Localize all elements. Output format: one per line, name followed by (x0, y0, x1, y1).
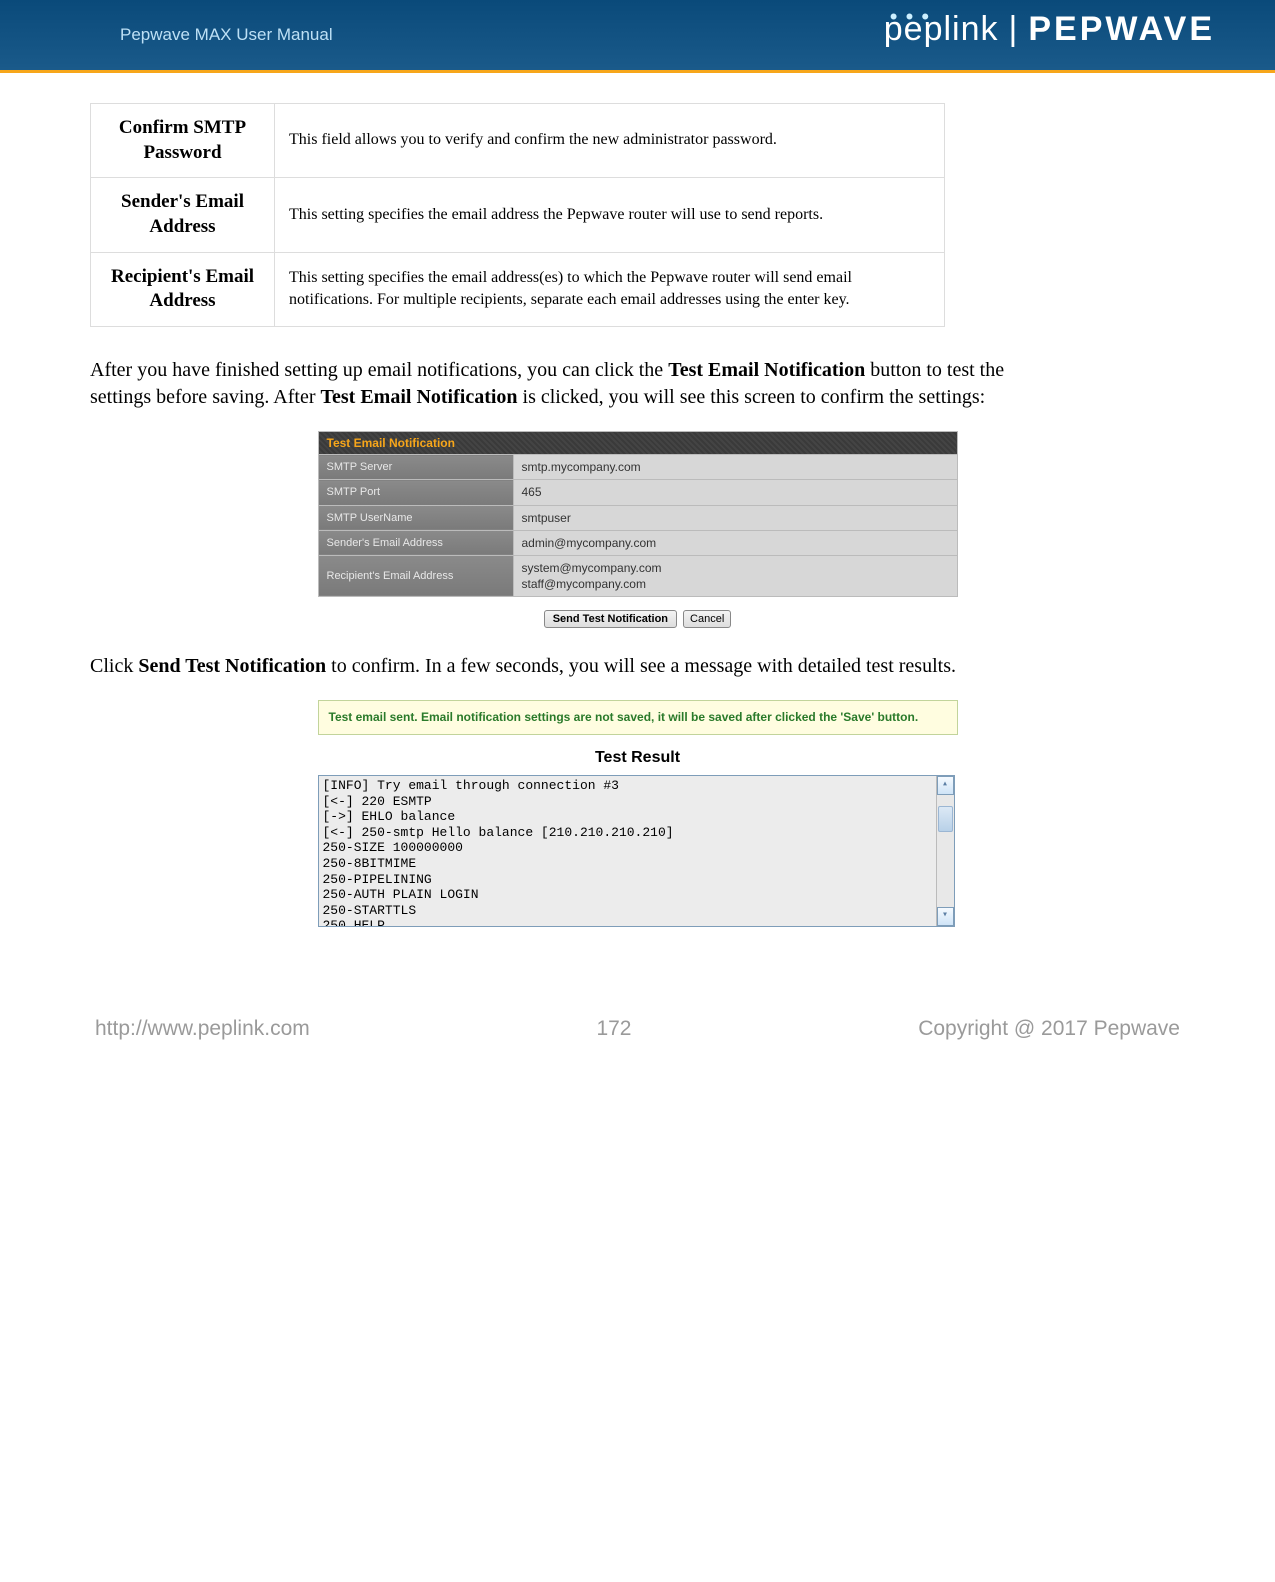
scroll-down-icon[interactable]: ▾ (937, 907, 954, 926)
panel-value: smtp.mycompany.com (513, 455, 957, 480)
scrollbar[interactable]: ▴ ▾ (936, 776, 954, 926)
panel-value: system@mycompany.com staff@mycompany.com (513, 555, 957, 596)
panel-row: Recipient's Email Addresssystem@mycompan… (318, 555, 957, 596)
panel-label: SMTP UserName (318, 505, 513, 530)
panel-row: SMTP Serversmtp.mycompany.com (318, 455, 957, 480)
test-result-heading: Test Result (318, 749, 958, 767)
bold-text: Test Email Notification (321, 386, 518, 408)
panel-label: Recipient's Email Address (318, 555, 513, 596)
panel-label: Sender's Email Address (318, 530, 513, 555)
text: is clicked, you will see this screen to … (518, 386, 986, 408)
text: Click (90, 655, 138, 677)
footer-url: http://www.peplink.com (95, 1017, 310, 1041)
console-text: [INFO] Try email through connection #3 [… (319, 776, 954, 927)
bold-text: Test Email Notification (668, 359, 865, 381)
panel-title: Test Email Notification (318, 432, 957, 455)
footer-copyright: Copyright @ 2017 Pepwave (918, 1017, 1180, 1041)
panel-row: Sender's Email Addressadmin@mycompany.co… (318, 530, 957, 555)
def-desc: This setting specifies the email address… (275, 178, 945, 252)
panel-row: SMTP UserNamesmtpuser (318, 505, 957, 530)
def-desc: This field allows you to verify and conf… (275, 104, 945, 178)
text: to confirm. In a few seconds, you will s… (326, 655, 956, 677)
scroll-up-icon[interactable]: ▴ (937, 776, 954, 795)
panel-label: SMTP Server (318, 455, 513, 480)
definitions-table: Confirm SMTP Password This field allows … (90, 103, 945, 327)
doc-title: Pepwave MAX User Manual (120, 25, 333, 45)
def-desc: This setting specifies the email address… (275, 252, 945, 326)
brand-logo: • • • peplink | PEPWAVE (884, 10, 1215, 49)
panel-value: smtpuser (513, 505, 957, 530)
footer-page-number: 172 (596, 1017, 631, 1041)
doc-header: Pepwave MAX User Manual • • • peplink | … (0, 0, 1275, 73)
table-row: Confirm SMTP Password This field allows … (91, 104, 945, 178)
panel-value: admin@mycompany.com (513, 530, 957, 555)
console-output: [INFO] Try email through connection #3 [… (318, 775, 955, 927)
bold-text: Send Test Notification (138, 655, 326, 677)
text: After you have finished setting up email… (90, 359, 668, 381)
body-paragraph-2: Click Send Test Notification to confirm.… (90, 653, 1030, 680)
def-label: Confirm SMTP Password (91, 104, 275, 178)
status-message: Test email sent. Email notification sett… (318, 700, 958, 735)
table-row: Sender's Email Address This setting spec… (91, 178, 945, 252)
body-paragraph-1: After you have finished setting up email… (90, 357, 1030, 411)
brand-divider: | (1009, 10, 1019, 49)
send-test-button[interactable]: Send Test Notification (544, 610, 677, 628)
panel-button-row: Send Test Notification Cancel (90, 609, 1185, 628)
table-row: Recipient's Email Address This setting s… (91, 252, 945, 326)
def-label: Recipient's Email Address (91, 252, 275, 326)
scroll-thumb[interactable] (938, 806, 953, 832)
panel-value: 465 (513, 480, 957, 505)
brand-pepwave: PEPWAVE (1028, 10, 1215, 49)
dots-icon: • • • (890, 4, 930, 30)
test-email-panel: Test Email Notification SMTP Serversmtp.… (318, 431, 958, 597)
def-label: Sender's Email Address (91, 178, 275, 252)
panel-row: SMTP Port465 (318, 480, 957, 505)
page-footer: http://www.peplink.com 172 Copyright @ 2… (0, 967, 1275, 1081)
cancel-button[interactable]: Cancel (683, 610, 731, 628)
panel-label: SMTP Port (318, 480, 513, 505)
